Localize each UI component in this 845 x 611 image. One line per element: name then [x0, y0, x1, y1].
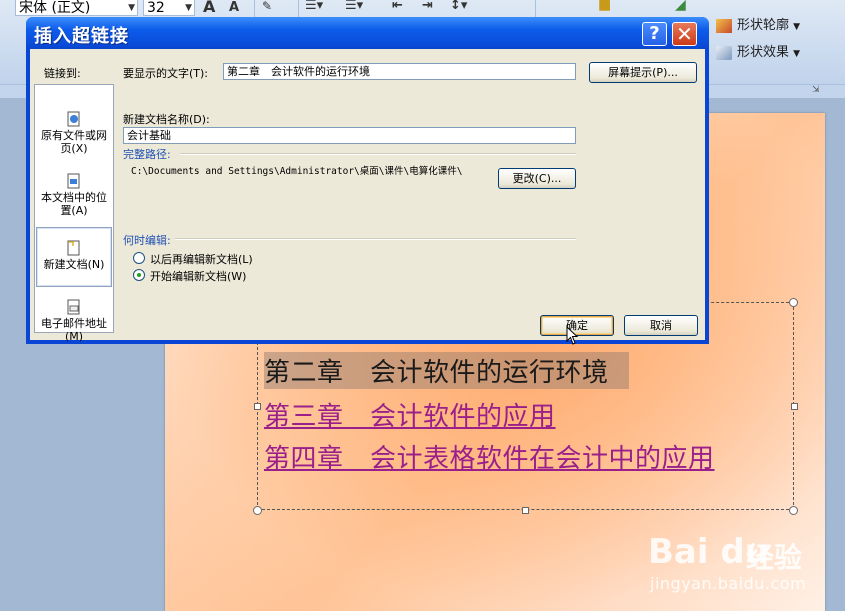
close-button[interactable]: ✕ — [672, 22, 697, 46]
resize-handle[interactable] — [253, 506, 262, 515]
new-document-icon — [67, 240, 80, 256]
font-name-value: 宋体 (正文) — [19, 0, 91, 16]
chevron-down-icon[interactable]: ▼ — [793, 49, 800, 59]
link-to-label: 链接到: — [44, 67, 81, 80]
link-new-document[interactable]: 新建文档(N) — [36, 227, 112, 287]
cancel-button[interactable]: 取消 — [624, 315, 698, 336]
shape-effect-label: 形状效果 — [737, 45, 790, 60]
full-path-divider — [180, 153, 576, 155]
shape-outline-label: 形状轮廓 — [737, 18, 790, 33]
resize-handle[interactable] — [522, 507, 529, 514]
shape-outline-button[interactable]: 形状轮廓 ▼ — [716, 14, 800, 33]
grow-font-icon[interactable]: A — [203, 0, 215, 16]
resize-handle[interactable] — [254, 403, 261, 410]
link-place-in-document[interactable]: 本文档中的位置(A) — [36, 173, 112, 217]
font-size-box[interactable]: 32 ▼ — [143, 0, 195, 16]
email-icon — [67, 299, 80, 315]
new-doc-name-input[interactable]: 会计基础 — [123, 127, 576, 144]
link-existing-file-label: 原有文件或网页(X) — [41, 129, 107, 155]
full-path-value: C:\Documents and Settings\Administrator\… — [131, 166, 463, 177]
clear-format-icon[interactable]: ✎ — [262, 0, 272, 17]
slide-text-line[interactable]: 第二章 会计软件的运行环境 — [264, 352, 629, 389]
when-edit-label: 何时编辑: — [123, 234, 171, 247]
when-edit-divider — [175, 238, 576, 240]
link-email-address[interactable]: 电子邮件地址(M) — [36, 299, 112, 343]
link-email-label: 电子邮件地址(M) — [41, 317, 107, 343]
insert-hyperlink-dialog: 插入超链接 ? ✕ 链接到: 原有文件或网页(X) 本文档中的位置(A) 新建文… — [26, 17, 709, 344]
radio-edit-now-label[interactable]: 开始编辑新文档(W) — [150, 268, 246, 284]
link-existing-file[interactable]: 原有文件或网页(X) — [36, 111, 112, 155]
globe-document-icon — [67, 111, 80, 127]
link-new-document-label: 新建文档(N) — [43, 258, 105, 271]
shape-effect-button[interactable]: 形状效果 ▼ — [716, 41, 800, 60]
chevron-down-icon[interactable]: ▼ — [128, 0, 135, 17]
radio-edit-later[interactable] — [133, 252, 145, 264]
watermark-brand-text: 经验 — [746, 541, 803, 574]
bullets-icon[interactable]: ☰▾ — [305, 0, 323, 16]
dialog-body: 链接到: 原有文件或网页(X) 本文档中的位置(A) 新建文档(N) 电子邮件地… — [30, 49, 705, 343]
screentip-button[interactable]: 屏幕提示(P)... — [589, 62, 697, 83]
document-place-icon — [67, 173, 80, 189]
increase-indent-icon[interactable]: ⇥ — [422, 0, 433, 16]
link-to-bar: 原有文件或网页(X) 本文档中的位置(A) 新建文档(N) 电子邮件地址(M) — [34, 84, 114, 343]
font-size-value: 32 — [147, 0, 165, 16]
chevron-down-icon[interactable]: ▼ — [185, 0, 192, 17]
slide-hyperlink[interactable]: 第三章 会计软件的应用 — [264, 396, 556, 433]
shape-effect-icon — [716, 45, 732, 60]
new-doc-name-label: 新建文档名称(D): — [123, 113, 210, 126]
watermark-url: jingyan.baidu.com — [650, 574, 807, 593]
line-spacing-icon[interactable]: ↕▾ — [450, 0, 467, 16]
radio-edit-now[interactable] — [133, 269, 145, 281]
link-place-label: 本文档中的位置(A) — [41, 191, 107, 217]
radio-edit-later-label[interactable]: 以后再编辑新文档(L) — [150, 251, 253, 267]
display-text-label: 要显示的文字(T): — [123, 67, 209, 80]
mouse-cursor-icon — [566, 326, 579, 345]
chevron-down-icon[interactable]: ▼ — [793, 22, 800, 32]
resize-handle[interactable] — [789, 506, 798, 515]
slide-hyperlink[interactable]: 第四章 会计表格软件在会计中的应用 — [264, 438, 715, 475]
help-button[interactable]: ? — [642, 22, 667, 46]
numbering-icon[interactable]: ☰▾ — [345, 0, 363, 16]
display-text-input[interactable]: 第二章 会计软件的运行环境 — [223, 63, 576, 80]
dialog-titlebar[interactable]: 插入超链接 ? ✕ — [26, 17, 709, 49]
pen-icon — [716, 18, 732, 33]
dialog-title: 插入超链接 — [34, 26, 129, 47]
font-name-box[interactable]: 宋体 (正文) ▼ — [15, 0, 138, 16]
resize-handle[interactable] — [789, 298, 798, 307]
resize-handle[interactable] — [791, 403, 798, 410]
decrease-indent-icon[interactable]: ⇤ — [392, 0, 403, 16]
change-button[interactable]: 更改(C)... — [498, 168, 576, 189]
shapes-icon[interactable]: ■ — [598, 0, 611, 15]
full-path-label: 完整路径: — [123, 148, 171, 161]
quick-styles-icon[interactable]: ◢ — [675, 0, 686, 15]
baidu-watermark: Bai du 经验 jingyan.baidu.com — [648, 532, 838, 602]
dialog-launcher-icon[interactable]: ⇲ — [812, 85, 820, 95]
shrink-font-icon[interactable]: A — [229, 0, 239, 18]
